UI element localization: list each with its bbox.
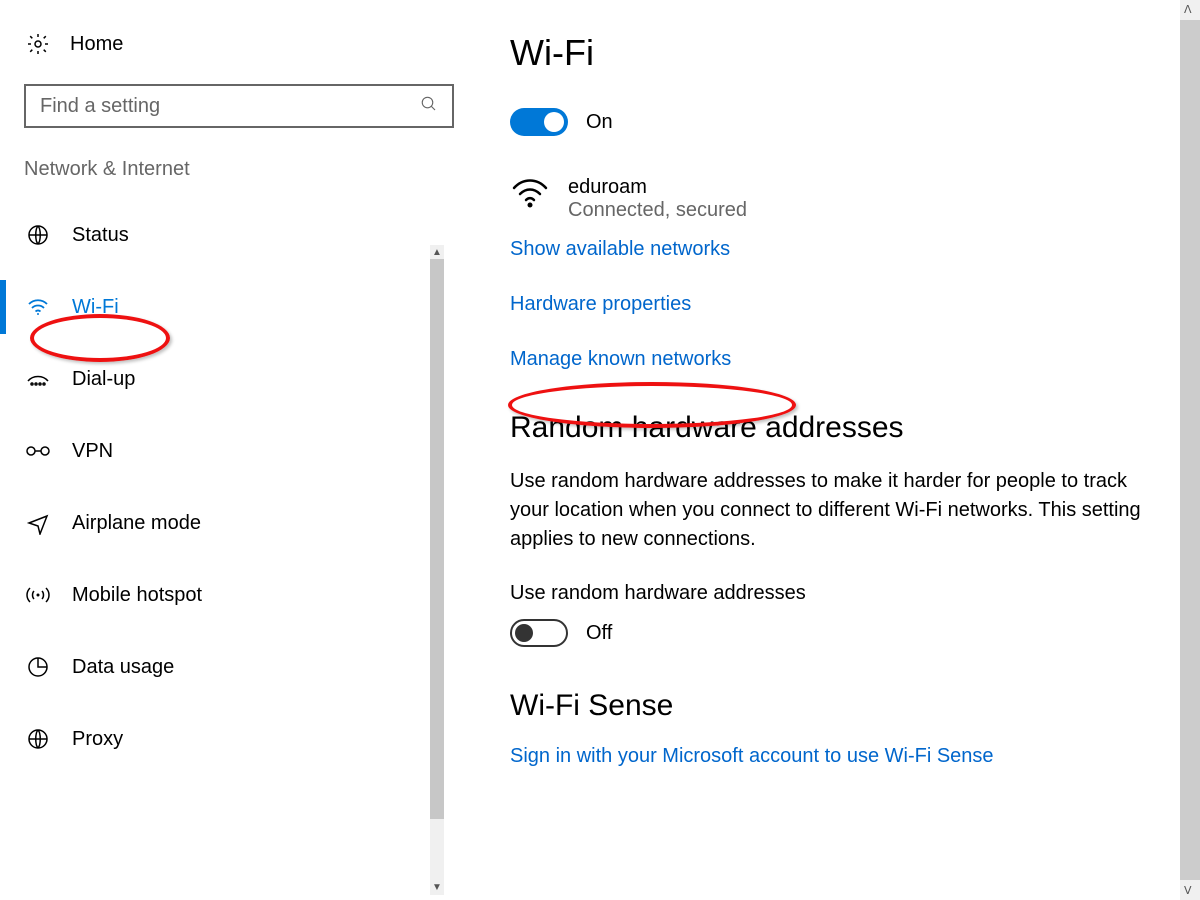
sidebar-nav: Status Wi-Fi Dial-up VPN [0,199,440,775]
sidebar-item-label: Proxy [72,728,123,751]
sidebar-item-label: VPN [72,440,113,463]
wifi-signal-icon [510,176,550,214]
link-hardware-properties[interactable]: Hardware properties [510,293,1180,316]
page-title: Wi-Fi [510,32,1180,74]
random-hw-toggle[interactable] [510,619,568,647]
section-random-hw-desc: Use random hardware addresses to make it… [510,467,1150,554]
sidebar-item-label: Data usage [72,656,174,679]
random-hw-toggle-row: Off [510,619,1180,647]
airplane-icon [24,511,52,535]
network-state: Connected, secured [568,199,747,222]
pie-chart-icon [24,655,52,679]
sidebar-item-label: Status [72,224,129,247]
search-input[interactable]: Find a setting [24,84,454,128]
section-wifi-sense-heading: Wi-Fi Sense [510,689,1180,723]
sidebar-item-vpn[interactable]: VPN [0,415,440,487]
settings-main: Wi-Fi On eduroam Connected, secured Show… [440,0,1200,900]
vpn-icon [24,441,52,461]
wifi-toggle-row: On [510,108,1180,136]
sidebar-item-status[interactable]: Status [0,199,440,271]
sidebar-item-airplane[interactable]: Airplane mode [0,487,440,559]
random-hw-toggle-label: Off [586,622,612,645]
search-icon [420,95,438,117]
sidebar-item-label: Dial-up [72,368,135,391]
link-show-available-networks[interactable]: Show available networks [510,238,1180,261]
dialup-icon [24,369,52,389]
sidebar-item-datausage[interactable]: Data usage [0,631,440,703]
sidebar-item-wifi[interactable]: Wi-Fi [0,271,440,343]
scrollbar-thumb[interactable] [1180,20,1200,880]
chevron-up-icon[interactable]: ᐱ [1184,3,1192,16]
sidebar-item-label: Wi-Fi [72,296,119,319]
random-hw-sub-label: Use random hardware addresses [510,582,1180,605]
search-placeholder: Find a setting [40,95,160,118]
wifi-icon [24,295,52,319]
network-ssid: eduroam [568,176,747,199]
sidebar-item-hotspot[interactable]: Mobile hotspot [0,559,440,631]
sidebar-item-label: Mobile hotspot [72,584,202,607]
sidebar-item-proxy[interactable]: Proxy [0,703,440,775]
category-label: Network & Internet [0,152,440,199]
home-label: Home [70,33,123,56]
chevron-down-icon[interactable]: ᐯ [1184,884,1192,897]
link-manage-known-networks[interactable]: Manage known networks [510,348,1180,371]
globe-grid-icon [24,223,52,247]
sidebar-item-label: Airplane mode [72,512,201,535]
window-scrollbar[interactable]: ᐱ ᐯ [1180,0,1200,900]
settings-sidebar: Home Find a setting Network & Internet S… [0,0,440,900]
wifi-toggle[interactable] [510,108,568,136]
globe-icon [24,727,52,751]
hotspot-icon [24,584,52,606]
sidebar-item-dialup[interactable]: Dial-up [0,343,440,415]
section-random-hw-heading: Random hardware addresses [510,411,1180,445]
wifi-toggle-label: On [586,111,613,134]
connected-network[interactable]: eduroam Connected, secured [510,176,1180,222]
gear-icon [24,32,52,56]
sidebar-home[interactable]: Home [0,32,440,84]
link-wifi-sense-signin[interactable]: Sign in with your Microsoft account to u… [510,745,1180,768]
